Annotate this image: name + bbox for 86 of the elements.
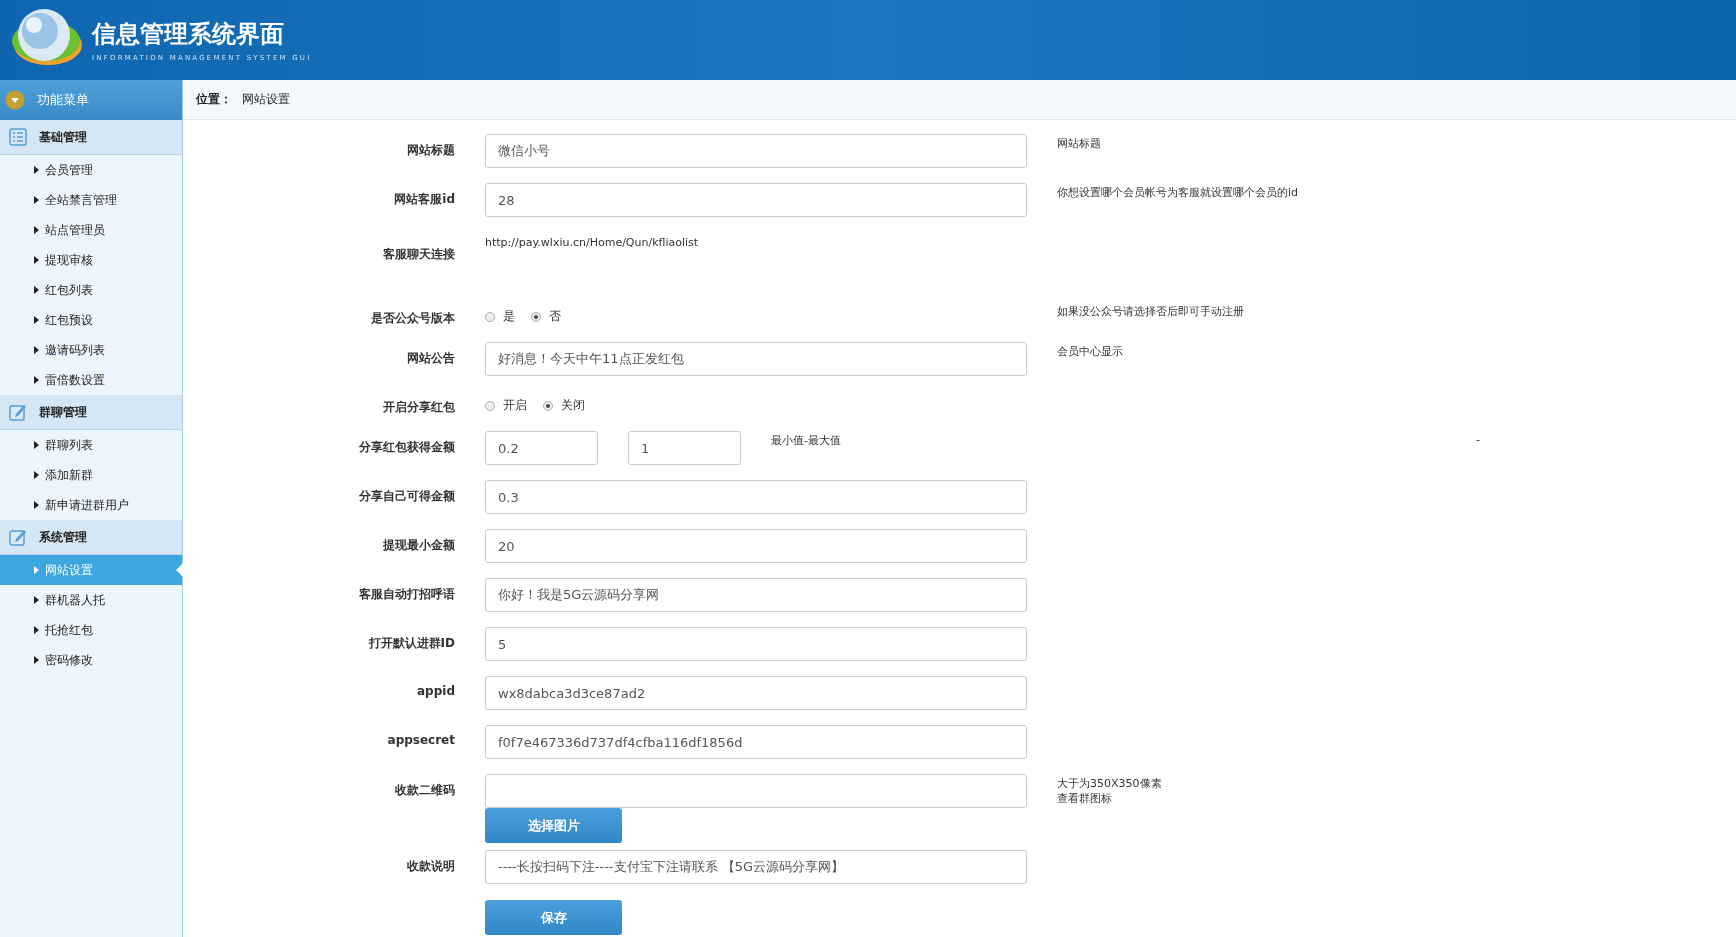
triangle-icon [34, 166, 39, 174]
field-label: 分享自己可得金额 [359, 488, 455, 505]
menu-item[interactable]: 站点管理员 [0, 215, 182, 245]
menu-item[interactable]: 会员管理 [0, 155, 182, 185]
dash-text: - [1476, 433, 1480, 448]
menu-item[interactable]: 新申请进群用户 [0, 490, 182, 520]
app-title: 信息管理系统界面 [92, 19, 285, 50]
triangle-icon [34, 596, 39, 604]
input-field[interactable]: 5 [485, 627, 1027, 661]
triangle-icon [34, 501, 39, 509]
input-field[interactable]: 20 [485, 529, 1027, 563]
menu-item[interactable]: 群聊列表 [0, 430, 182, 460]
edit-icon [9, 528, 27, 546]
triangle-icon [34, 441, 39, 449]
radio-button[interactable] [543, 400, 553, 411]
menu-group-header[interactable]: 群聊管理 [0, 395, 182, 430]
triangle-icon [34, 256, 39, 264]
help-text: 查看群图标 [1057, 791, 1113, 806]
input-field[interactable]: 你好！我是5G云源码分享网 [485, 578, 1027, 612]
field-label: 分享红包获得金额 [359, 439, 455, 456]
radio-label: 否 [549, 308, 561, 325]
field-label: 开启分享红包 [383, 399, 455, 416]
field-label: 打开默认进群ID [368, 635, 455, 652]
edit-icon [9, 403, 27, 421]
help-text: 会员中心显示 [1057, 344, 1124, 359]
menu-item[interactable]: 群机器人托 [0, 585, 182, 615]
triangle-icon [34, 656, 39, 664]
triangle-icon [34, 196, 39, 204]
menu-item[interactable]: 密码修改 [0, 645, 182, 675]
input-field[interactable]: 28 [485, 183, 1027, 217]
input-field[interactable]: 微信小号 [485, 134, 1027, 168]
radio-label: 开启 [503, 397, 527, 414]
menu-title: 功能菜单 [37, 91, 89, 109]
input-field[interactable]: 0.2 [485, 431, 598, 465]
menu-item[interactable]: 添加新群 [0, 460, 182, 490]
triangle-icon [34, 626, 39, 634]
field-label: 网站客服id [394, 191, 455, 208]
input-field[interactable]: f0f7e467336d737df4cfba116df1856d [485, 725, 1027, 759]
breadcrumb-label: 位置： [196, 91, 232, 108]
help-text: 大于为350X350像素 [1057, 776, 1163, 791]
dropdown-circle-icon [5, 90, 25, 110]
triangle-icon [34, 566, 39, 574]
input-field[interactable]: wx8dabca3d3ce87ad2 [485, 676, 1027, 710]
menu-item[interactable]: 邀请码列表 [0, 335, 182, 365]
input-field[interactable]: 1 [628, 431, 741, 465]
input-field[interactable]: 0.3 [485, 480, 1027, 514]
triangle-icon [34, 376, 39, 384]
selection-notch-icon [176, 563, 183, 577]
triangle-icon [34, 226, 39, 234]
help-text: 如果没公众号请选择否后即可手动注册 [1057, 304, 1245, 319]
menu-item[interactable]: 提现审核 [0, 245, 182, 275]
menu-item[interactable]: 全站禁言管理 [0, 185, 182, 215]
field-label: 客服聊天连接 [383, 246, 455, 263]
menu-group-header[interactable]: 系统管理 [0, 520, 182, 555]
menu-item[interactable]: 红包列表 [0, 275, 182, 305]
help-text: 你想设置哪个会员帐号为客服就设置哪个会员的id [1057, 185, 1300, 200]
triangle-icon [34, 346, 39, 354]
field-label: 是否公众号版本 [371, 310, 455, 327]
help-text: 最小值-最大值 [771, 433, 841, 449]
breadcrumb-link[interactable]: 网站设置 [242, 91, 290, 108]
field-label: 网站标题 [407, 142, 455, 159]
list-icon [9, 128, 27, 146]
field-label: 客服自动打招呼语 [359, 586, 455, 603]
field-label: 提现最小金额 [383, 537, 455, 554]
radio-button[interactable] [485, 311, 495, 322]
triangle-icon [34, 316, 39, 324]
radio-label: 关闭 [561, 397, 585, 414]
input-field[interactable]: ----长按扫码下注----支付宝下注请联系 【5G云源码分享网】 [485, 850, 1027, 884]
menu-item[interactable]: 托抢红包 [0, 615, 182, 645]
help-text: 网站标题 [1057, 136, 1102, 151]
field-label: 收款二维码 [395, 782, 455, 799]
radio-label: 是 [503, 308, 515, 325]
chat-link-text: http://pay.wlxiu.cn/Home/Qun/kfliaolist [485, 235, 699, 249]
triangle-icon [34, 286, 39, 294]
field-label: 网站公告 [407, 350, 455, 367]
menu-item[interactable]: 雷倍数设置 [0, 365, 182, 395]
radio-button[interactable] [531, 311, 541, 322]
radio-button[interactable] [485, 400, 495, 411]
menu-group-header[interactable]: 基础管理 [0, 120, 182, 155]
field-label: 收款说明 [407, 858, 455, 875]
triangle-icon [34, 471, 39, 479]
field-label: appid [417, 684, 455, 698]
input-field[interactable] [485, 774, 1027, 808]
input-field[interactable]: 好消息！今天中午11点正发红包 [485, 342, 1027, 376]
field-label: appsecret [387, 733, 455, 747]
menu-item[interactable]: 红包预设 [0, 305, 182, 335]
